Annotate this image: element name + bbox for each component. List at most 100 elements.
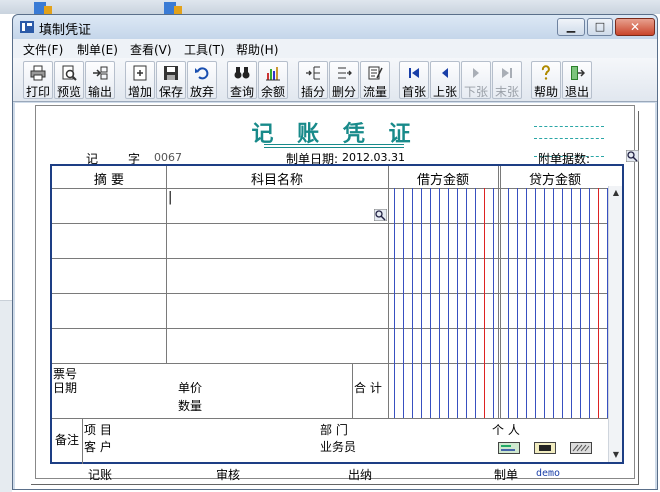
close-button[interactable]: ✕ <box>615 18 655 36</box>
amount-digit-line <box>526 188 527 418</box>
voucher-date[interactable]: 2012.03.31 <box>342 151 405 164</box>
total-divider <box>52 418 608 419</box>
column-divider <box>388 166 389 418</box>
delete-entry-button[interactable]: 删分 <box>329 61 359 99</box>
menu-tools[interactable]: 工具(T) <box>184 41 225 58</box>
undo-icon <box>195 67 209 80</box>
menu-help[interactable]: 帮助(H) <box>236 41 278 58</box>
amount-digit-line <box>571 188 572 418</box>
query-label: 查询 <box>229 85 254 99</box>
amount-digit-line <box>493 188 494 418</box>
heading-underline <box>264 147 404 148</box>
dashed-line <box>534 138 604 139</box>
amount-digit-line <box>589 188 590 418</box>
summary-cell[interactable] <box>52 328 166 363</box>
insert-entry-button[interactable]: 插分 <box>298 61 328 99</box>
cashflow-icon <box>368 66 383 80</box>
next-record-button[interactable]: 下张 <box>461 61 491 99</box>
print-button[interactable]: 打印 <box>23 61 53 99</box>
vertical-scrollbar[interactable]: ▲ ▼ <box>608 186 622 462</box>
maximize-button[interactable]: □ <box>587 18 613 36</box>
print-label: 打印 <box>25 85 50 99</box>
amount-digit-line <box>508 188 509 418</box>
preview-button[interactable]: 预览 <box>54 61 84 99</box>
query-button[interactable]: 查询 <box>227 61 257 99</box>
pattern-icon[interactable] <box>570 442 592 454</box>
prepared-by-label: 制单 <box>494 468 519 482</box>
desktop-shortcut-icon[interactable] <box>30 0 52 14</box>
remark-label: 备注 <box>55 433 80 447</box>
scroll-up-icon[interactable]: ▲ <box>609 186 623 200</box>
last-record-button[interactable]: 末张 <box>492 61 522 99</box>
amount-digit-line <box>412 188 413 418</box>
next-record-icon <box>473 68 479 78</box>
prev-record-icon <box>442 68 448 78</box>
summary-cell[interactable] <box>52 223 166 258</box>
voucher-paper: 记 账 凭 证 记 字 0067 制单日期: 2012.03.31 附单据数: … <box>35 105 639 482</box>
binoculars-icon <box>234 67 250 79</box>
cashflow-label: 流量 <box>362 85 387 99</box>
account-input-caret[interactable]: | <box>168 190 172 205</box>
first-record-label: 首张 <box>401 85 426 99</box>
menu-bar: 文件(F) 制单(E) 查看(V) 工具(T) 帮助(H) <box>13 39 657 58</box>
last-record-label: 末张 <box>494 85 519 99</box>
prev-record-button[interactable]: 上张 <box>430 61 460 99</box>
exit-icon <box>571 66 585 80</box>
export-button[interactable]: 输出 <box>85 61 115 99</box>
amount-digit-line <box>535 188 536 418</box>
save-button[interactable]: 保存 <box>156 61 186 99</box>
posted-by-label: 记账 <box>88 468 113 482</box>
salesperson-label: 业务员 <box>320 440 357 454</box>
exit-label: 退出 <box>564 85 589 99</box>
discard-button[interactable]: 放弃 <box>187 61 217 99</box>
credit-header: 贷方金额 <box>528 173 581 188</box>
amount-digit-line <box>544 188 545 418</box>
title-bar[interactable]: 填制凭证 ▁ □ ✕ <box>13 15 657 39</box>
voucher-number[interactable]: 0067 <box>154 151 182 164</box>
menu-view[interactable]: 查看(V) <box>130 41 172 58</box>
amount-digit-line <box>421 188 422 418</box>
amount-digit-line <box>466 188 467 418</box>
preparer-name: demo <box>536 468 561 479</box>
voucher-image-icon[interactable] <box>534 442 556 454</box>
minimize-icon: ▁ <box>566 20 576 33</box>
summary-cell[interactable] <box>52 258 166 293</box>
account-lookup-icon[interactable] <box>374 209 387 221</box>
voucher-area: 记 账 凭 证 记 字 0067 制单日期: 2012.03.31 附单据数: … <box>15 103 655 489</box>
first-record-icon <box>409 68 419 78</box>
help-button[interactable]: 帮助 <box>531 61 561 99</box>
first-record-button[interactable]: 首张 <box>399 61 429 99</box>
cashflow-button[interactable]: 流量 <box>360 61 390 99</box>
scroll-down-icon[interactable]: ▼ <box>609 448 623 462</box>
menu-voucher[interactable]: 制单(E) <box>77 41 118 58</box>
add-button[interactable]: 增加 <box>125 61 155 99</box>
amount-digit-line <box>475 188 476 418</box>
balance-label: 余额 <box>260 85 285 99</box>
last-record-icon <box>502 68 512 78</box>
summary-header: 摘 要 <box>93 173 125 188</box>
amount-digit-line <box>562 188 563 418</box>
maximize-icon: □ <box>594 20 606 33</box>
insert-entry-label: 插分 <box>300 85 325 99</box>
desktop-taskbar-strip <box>0 0 660 14</box>
column-divider <box>166 166 167 363</box>
bank-info-icon[interactable] <box>498 442 520 454</box>
discard-label: 放弃 <box>189 85 214 99</box>
attachments-lookup-icon[interactable] <box>626 150 639 162</box>
menu-file[interactable]: 文件(F) <box>23 41 63 58</box>
voucher-grid: 摘 要 科目名称 借方金额 贷方金额 | 票号 日期 单价 数量 合 计 备注 … <box>50 164 624 464</box>
ticket-date-label: 日期 <box>53 381 78 395</box>
account-header: 科目名称 <box>250 173 303 188</box>
exit-button[interactable]: 退出 <box>562 61 592 99</box>
balance-button[interactable]: 余额 <box>258 61 288 99</box>
column-divider <box>498 166 501 418</box>
desktop-shortcut-icon[interactable] <box>160 0 182 14</box>
summary-cell[interactable] <box>52 188 166 223</box>
close-icon: ✕ <box>629 20 641 34</box>
amount-digit-line <box>430 188 431 418</box>
department-label: 部 门 <box>320 423 348 437</box>
balance-chart-icon <box>266 67 280 81</box>
summary-cell[interactable] <box>52 293 166 328</box>
minimize-button[interactable]: ▁ <box>557 18 585 36</box>
total-label: 合 计 <box>354 381 382 395</box>
